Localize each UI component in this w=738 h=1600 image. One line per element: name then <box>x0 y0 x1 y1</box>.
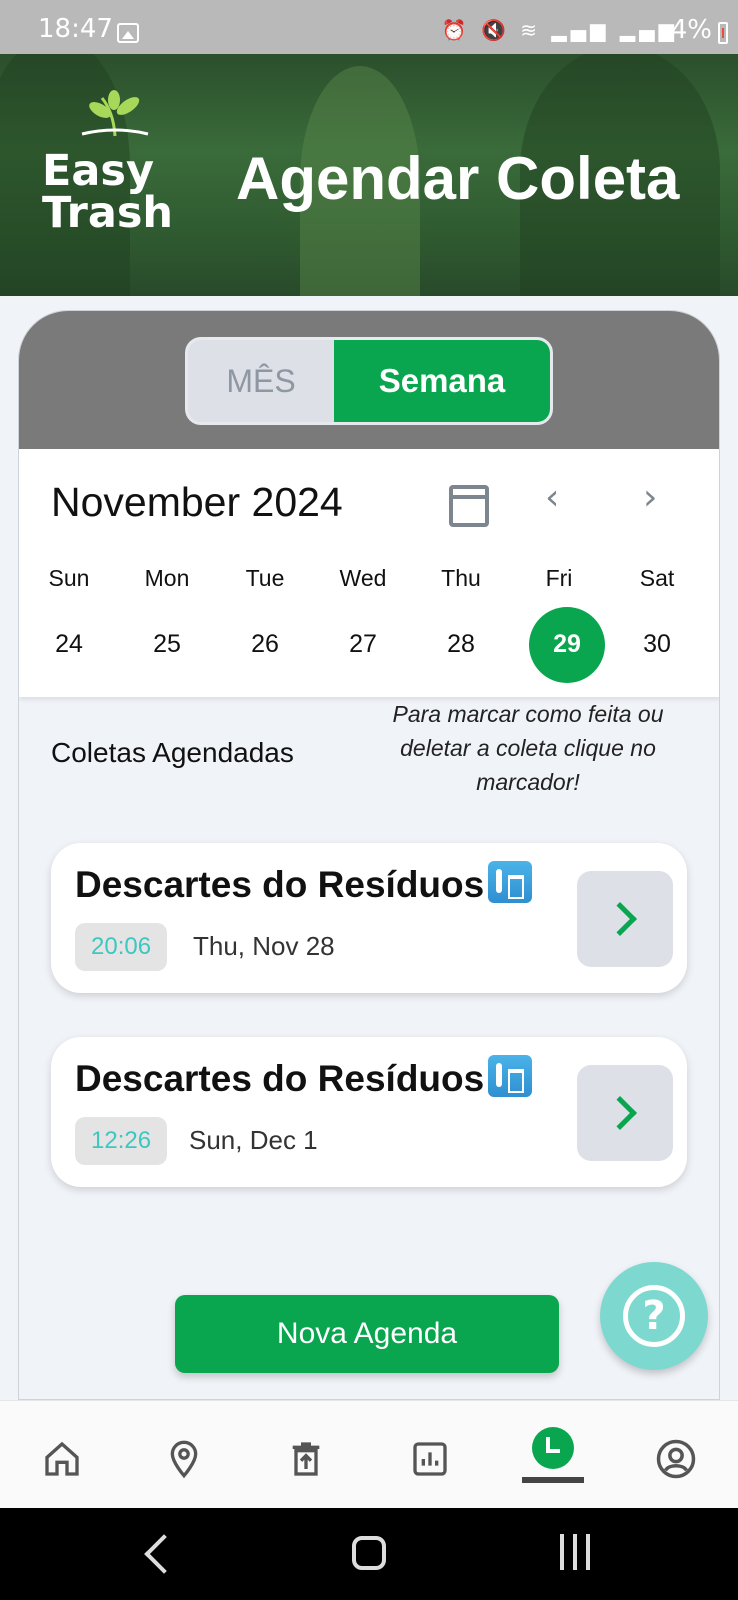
recent-bar <box>573 1534 577 1570</box>
open-item-button[interactable] <box>577 1065 673 1161</box>
battery-level: 4% <box>670 15 712 45</box>
view-toggle: MÊS Semana <box>185 337 553 425</box>
chart-icon <box>413 1442 447 1476</box>
bottom-navigation <box>0 1400 738 1508</box>
date-cell[interactable]: 28 <box>421 619 501 695</box>
scheduled-item[interactable]: Descartes do Resíduos 20:06 Thu, Nov 28 <box>51 843 687 993</box>
toggle-month-button[interactable]: MÊS <box>188 340 334 422</box>
time-badge: 20:06 <box>75 923 168 971</box>
nav-location[interactable] <box>144 1419 224 1499</box>
logo-text-easy: Easy <box>42 146 155 196</box>
date-cell[interactable]: 24 <box>29 619 109 695</box>
easy-trash-logo: Easy Trash <box>42 146 192 238</box>
scheduled-item[interactable]: Descartes do Resíduos 12:26 Sun, Dec 1 <box>51 1037 687 1187</box>
new-schedule-button[interactable]: Nova Agenda <box>175 1295 559 1373</box>
nav-profile[interactable] <box>636 1419 716 1499</box>
item-title-text: Descartes do Resíduos <box>75 864 485 905</box>
help-button[interactable]: ? <box>600 1262 708 1370</box>
week-calendar: November 2024 ‹ › Sun Mon Tue Wed Thu Fr… <box>19 449 719 697</box>
item-title: Descartes do Resíduos <box>75 1055 533 1100</box>
calendar-icon[interactable] <box>449 485 489 527</box>
date-cell-selected[interactable]: 29 <box>527 619 607 695</box>
home-button-icon[interactable] <box>352 1536 386 1570</box>
weekday-label: Fri <box>545 565 573 591</box>
month-title: November 2024 <box>51 479 343 525</box>
weekday-label: Thu <box>441 565 481 591</box>
system-navigation-bar <box>0 1508 738 1600</box>
schedule-clock-icon[interactable] <box>532 1427 574 1469</box>
date-cell[interactable]: 30 <box>617 619 697 695</box>
help-icon: ? <box>623 1285 685 1347</box>
recent-bar <box>560 1534 564 1570</box>
profile-icon <box>656 1439 696 1479</box>
recent-apps-icon[interactable] <box>560 1534 590 1570</box>
active-nav-indicator <box>522 1477 584 1483</box>
trash-bin-icon <box>488 1055 533 1097</box>
leaf-logo-icon <box>81 90 149 137</box>
date-cell[interactable]: 25 <box>127 619 207 695</box>
date-row: 24 25 26 27 28 29 30 <box>19 607 719 687</box>
chevron-right-icon[interactable]: › <box>643 477 673 527</box>
chevron-left-icon[interactable]: ‹ <box>545 477 575 527</box>
weekday-label: Sat <box>639 565 675 591</box>
date-cell[interactable]: 27 <box>323 619 403 695</box>
section-title: Coletas Agendadas <box>51 737 294 768</box>
weekday-label: Wed <box>339 565 387 591</box>
nav-home[interactable] <box>22 1419 102 1499</box>
battery-icon <box>718 22 728 44</box>
home-icon <box>45 1441 79 1476</box>
schedule-card: MÊS Semana November 2024 ‹ › Sun Mon Tue… <box>18 310 720 1400</box>
delete-bin-icon <box>292 1442 320 1476</box>
chevron-right-icon <box>603 902 637 936</box>
weekday-label: Tue <box>245 565 285 591</box>
item-title-text: Descartes do Resíduos <box>75 1058 485 1099</box>
item-title: Descartes do Resíduos <box>75 861 533 906</box>
status-time: 18:47 <box>38 14 113 44</box>
weekday-header: Sun Mon Tue Wed Thu Fri Sat <box>19 561 719 597</box>
open-item-button[interactable] <box>577 871 673 967</box>
time-badge: 12:26 <box>75 1117 168 1165</box>
back-icon[interactable] <box>144 1534 184 1574</box>
item-date: Sun, Dec 1 <box>189 1125 318 1155</box>
toggle-week-button[interactable]: Semana <box>334 340 550 422</box>
nav-disposal[interactable] <box>266 1419 346 1499</box>
item-date: Thu, Nov 28 <box>193 931 335 961</box>
toggle-area: MÊS Semana <box>19 311 719 449</box>
weekday-label: Sun <box>48 565 90 591</box>
location-pin-icon <box>170 1440 198 1479</box>
page-title: Agendar Coleta <box>236 145 680 212</box>
trash-bin-icon <box>488 861 533 903</box>
weekday-label: Mon <box>144 565 190 591</box>
signal-icons: ⏰ 🔇 ≋ ▂▄▆ ▂▄▆ <box>441 18 678 42</box>
date-cell[interactable]: 26 <box>225 619 305 695</box>
logo-text-trash: Trash <box>42 188 174 238</box>
page-header: Easy Trash Agendar Coleta <box>0 54 738 296</box>
nav-stats[interactable] <box>390 1419 470 1499</box>
status-bar: 18:47 ⏰ 🔇 ≋ ▂▄▆ ▂▄▆ 4% <box>0 0 738 54</box>
recent-bar <box>586 1534 590 1570</box>
gallery-icon <box>117 23 139 43</box>
chevron-right-icon <box>603 1096 637 1130</box>
instruction-hint: Para marcar como feita ou deletar a cole… <box>392 701 664 795</box>
